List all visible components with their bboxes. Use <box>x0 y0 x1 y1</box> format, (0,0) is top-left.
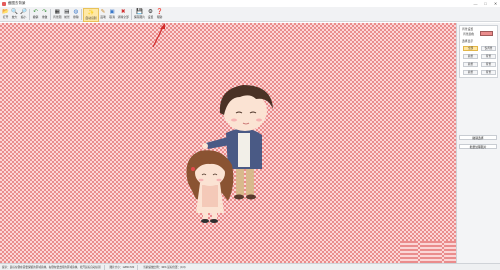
tool-label: 保存图片 <box>133 14 146 19</box>
undo-selection-button[interactable]: 撤销选择 <box>459 135 497 140</box>
toolbar-separator <box>130 9 132 20</box>
option-foreground[interactable]: 前景 <box>463 54 478 59</box>
option-background[interactable]: 背景 <box>481 62 496 67</box>
scroll-strip <box>444 241 456 263</box>
background-color-label: 背景颜色 <box>463 32 475 36</box>
tool-label: 背景图 <box>53 14 62 19</box>
tool-undo[interactable]: ↶ 撤销 <box>31 8 40 22</box>
tool-settings[interactable]: ⚙ 设置 <box>146 8 155 22</box>
canvas-artwork <box>152 23 273 223</box>
tool-save-image[interactable]: 💾 保存图片 <box>133 8 146 22</box>
tool-label: 撤销 <box>32 14 39 19</box>
batch-process-button[interactable]: 批量处理图片 <box>459 144 497 149</box>
toolbar-separator <box>81 9 83 20</box>
tool-label: 打开 <box>2 14 9 19</box>
annotation-arrow <box>152 23 165 48</box>
status-separator <box>103 264 105 270</box>
status-hint: 提示：鼠标左键在需要保留的区域涂抹，右键在要去除的区域涂抹，松开鼠标自动识别 <box>2 266 101 269</box>
right-sidebar: 背景设置 背景颜色 选择显示 全部 仅背景 前景 背景 前景 背景 前景 背景 … <box>456 23 500 263</box>
option-background[interactable]: 背景 <box>481 54 496 59</box>
tool-label: 设置 <box>147 14 154 19</box>
tool-redo[interactable]: ↷ 重做 <box>40 8 49 22</box>
tool-label: 画笔 <box>100 14 106 19</box>
status-bar: 提示：鼠标左键在需要保留的区域涂抹，右键在要去除的区域涂抹，松开鼠标自动识别 图… <box>0 263 500 270</box>
tool-zoom-out[interactable]: 🔎 缩小 <box>19 8 28 22</box>
scroll-strip <box>421 241 441 263</box>
tool-label: 放大 <box>11 14 18 19</box>
tool-label: 擦除 <box>73 14 79 19</box>
app-icon <box>2 1 6 6</box>
background-color-swatch[interactable] <box>480 31 493 36</box>
tool-help[interactable]: ❓ 帮助 <box>155 8 164 22</box>
tool-cancel[interactable]: ▣ 取消 <box>108 8 117 22</box>
toolbar-separator <box>50 9 51 20</box>
title-bar: 截图去背景 — □ ✕ <box>0 0 500 7</box>
girl-figure <box>186 150 234 223</box>
display-section-title: 选择显示 <box>462 39 474 43</box>
option-foreground[interactable]: 前景 <box>463 70 478 75</box>
toolbar-separator <box>29 9 30 20</box>
window-controls: — □ ✕ <box>473 0 498 7</box>
option-foreground[interactable]: 前景 <box>463 62 478 67</box>
close-button[interactable]: ✕ <box>493 1 498 7</box>
status-zoom: 当前缩放比例：30% 鼠标位置：(0,0) <box>143 266 186 269</box>
tool-erase[interactable]: ◍ 擦除 <box>71 8 80 22</box>
background-settings-panel: 背景设置 背景颜色 选择显示 全部 仅背景 前景 背景 前景 背景 前景 背景 <box>459 25 498 78</box>
image-canvas[interactable] <box>0 23 456 263</box>
tool-label: 缩小 <box>20 14 27 19</box>
minimize-button[interactable]: — <box>473 1 478 7</box>
toolbar: 📂 打开 🔍 放大 🔎 缩小 ↶ 撤销 ↷ 重做 ▦ 背景图 ▤ 前景 ◍ 擦除 ✨ 自动识别 ✎… <box>0 7 500 22</box>
maximize-button[interactable]: □ <box>483 1 488 7</box>
tool-label: 取消 <box>109 14 115 19</box>
tool-auto-detect[interactable]: ✨ 自动识别 <box>83 7 99 22</box>
tool-zoom-in[interactable]: 🔍 放大 <box>10 8 19 22</box>
tool-open[interactable]: 📂 打开 <box>1 8 10 22</box>
window-title: 截图去背景 <box>8 1 26 5</box>
status-image-size: 图片大小：1280×720 <box>109 266 135 269</box>
tool-label: 自动识别 <box>85 15 97 20</box>
panel-title: 背景设置 <box>462 27 474 31</box>
tool-brush[interactable]: ✎ 画笔 <box>99 8 108 22</box>
tool-label: 重做 <box>41 14 48 19</box>
tool-label: 前景 <box>64 14 70 19</box>
tool-label: 清除全部 <box>117 14 129 19</box>
status-separator <box>137 264 139 270</box>
option-all[interactable]: 全部 <box>463 46 478 51</box>
display-options: 全部 仅背景 前景 背景 前景 背景 前景 背景 <box>463 46 497 75</box>
tool-clear-all[interactable]: ✖ 清除全部 <box>117 8 130 22</box>
option-background-only[interactable]: 仅背景 <box>481 46 496 51</box>
scroll-strip <box>400 241 418 263</box>
tool-label: 帮助 <box>156 14 163 19</box>
tool-background-image[interactable]: ▦ 背景图 <box>52 8 62 22</box>
option-background[interactable]: 背景 <box>481 70 496 75</box>
tool-foreground[interactable]: ▤ 前景 <box>62 8 71 22</box>
